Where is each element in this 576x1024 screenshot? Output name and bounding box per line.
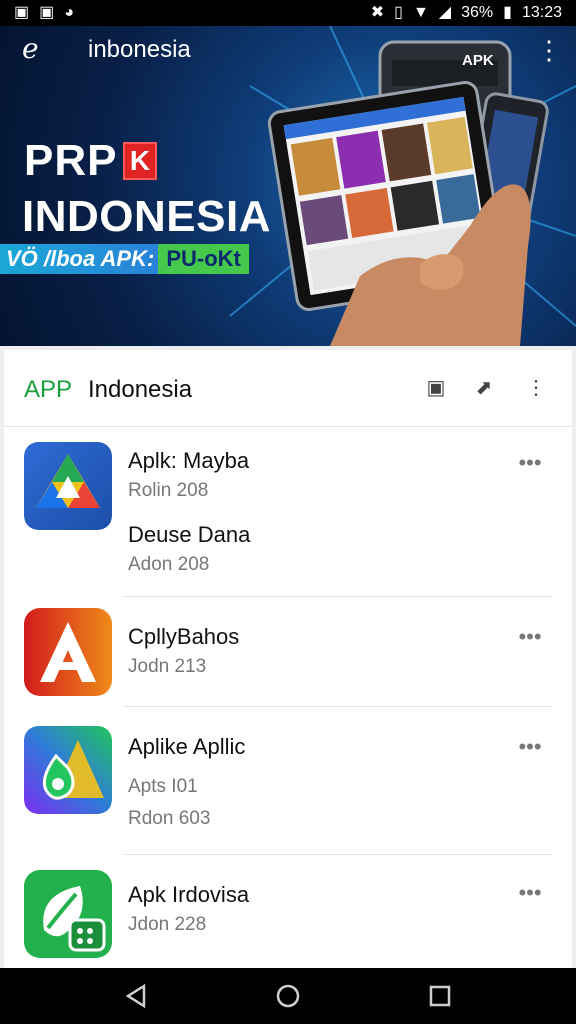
divider	[124, 706, 552, 707]
brand-badge: K	[123, 142, 158, 180]
brand-line-2: INDONESIA	[22, 192, 271, 241]
app-subtitle: Rolin 208	[128, 480, 209, 501]
overflow-menu-icon[interactable]: ⋮	[536, 36, 562, 66]
list-item[interactable]: Apk Irdovisa Jdon 228 •••	[4, 870, 572, 970]
list-item[interactable]: Aplike Apllic Apts I01 Rdon 603 •••	[4, 724, 572, 844]
recents-nav-icon[interactable]	[426, 982, 454, 1010]
panel-title: Indonesia	[88, 376, 193, 403]
drive-triangle-icon	[24, 442, 112, 530]
signal-icon: ◢	[438, 4, 452, 21]
tagline-blue: VÖ /lboa APK:	[0, 244, 159, 274]
status-right: ✖ ▯ ▼ ◢ 36% ▮ 13:23	[371, 4, 562, 22]
app-subtitle: Jdon 228	[128, 914, 207, 935]
app-subtitle-secondary: Adon 208	[128, 554, 210, 575]
more-horiz-icon[interactable]: •••	[514, 736, 546, 758]
app-title: CpllyBahos	[128, 624, 240, 649]
divider	[124, 854, 552, 855]
divider	[124, 596, 552, 597]
list-item[interactable]: Aplk: Mayba Rolin 208 Deuse Dana Adon 20…	[4, 440, 572, 590]
more-horiz-icon[interactable]: •••	[514, 626, 546, 648]
back-icon[interactable]: ℯ	[22, 35, 52, 66]
home-nav-icon[interactable]	[274, 982, 302, 1010]
more-horiz-icon[interactable]: •••	[514, 452, 546, 474]
hero-banner: ℯ inbonesia ⋮ PRP K INDONESIA VÖ /lboa A…	[0, 26, 576, 346]
panel-header: APP Indonesia ▣ ⬈ ⋮	[4, 350, 572, 427]
clock: 13:23	[521, 4, 562, 21]
brand-line-1: PRP K	[24, 136, 158, 186]
app-list-panel: APP Indonesia ▣ ⬈ ⋮ Aplk: Mayba Rolin 20…	[4, 350, 572, 970]
app-title: Aplk: Mayba	[128, 448, 250, 473]
light-rays	[229, 26, 576, 346]
brand-text: PRP	[24, 136, 118, 185]
more-vert-icon[interactable]: ⋮	[522, 374, 550, 402]
wifi-icon: ▼	[412, 4, 429, 21]
list-item[interactable]: CpllyBahos Jodn 213 •••	[4, 608, 572, 704]
panel-accent: APP	[24, 376, 73, 403]
app-subtitle-secondary: Rdon 603	[128, 808, 211, 829]
app-subtitle: Apts I01	[128, 776, 198, 797]
app-title-secondary: Deuse Dana	[128, 522, 251, 547]
share-icon[interactable]: ⬈	[470, 374, 498, 402]
moon-icon: ◕	[64, 4, 74, 21]
app-title: Aplike Apllic	[128, 734, 246, 759]
app-title: Apk Irdovisa	[128, 882, 250, 907]
image-icon: ▣	[14, 4, 30, 21]
status-bar: ▣ ▣ ◕ ✖ ▯ ▼ ◢ 36% ▮ 13:23	[0, 0, 576, 26]
status-left: ▣ ▣ ◕	[14, 5, 74, 21]
tagline: VÖ /lboa APK: PU-oKt	[0, 244, 249, 274]
leaf-chat-icon	[24, 870, 112, 958]
more-horiz-icon[interactable]: •••	[514, 882, 546, 904]
silent-icon: ✖	[370, 4, 385, 21]
device-badge: APK	[462, 52, 494, 69]
app-subtitle: Jodn 213	[128, 656, 207, 677]
drop-icon	[24, 726, 112, 814]
back-nav-icon[interactable]	[122, 982, 150, 1010]
calendar-icon[interactable]: ▣	[422, 374, 450, 402]
battery-icon: ▮	[503, 4, 512, 21]
battery-text: 36%	[461, 4, 494, 21]
navigation-bar	[0, 968, 576, 1024]
hero-title: inbonesia	[88, 36, 191, 63]
red-a-icon	[24, 608, 112, 696]
tagline-green: PU-oKt	[158, 244, 249, 274]
image-icon: ▣	[39, 4, 55, 21]
vibrate-icon: ▯	[394, 4, 403, 21]
